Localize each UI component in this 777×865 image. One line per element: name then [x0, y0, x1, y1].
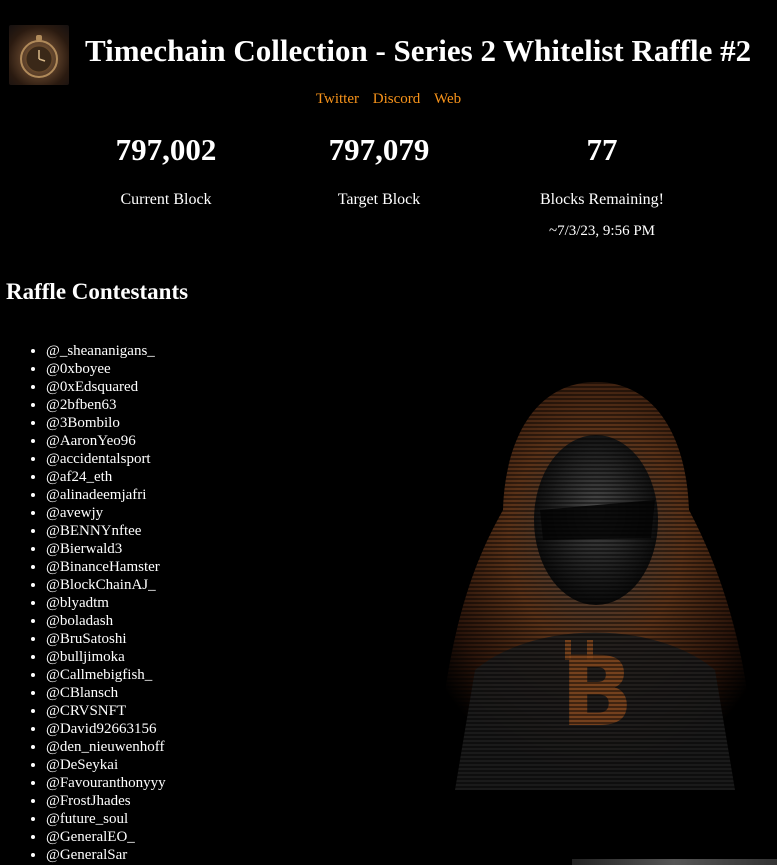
list-item: @0xboyee — [46, 360, 166, 378]
estimated-time: ~7/3/23, 9:56 PM — [548, 223, 656, 239]
target-block-stat: 797,079 Target Block — [269, 130, 489, 209]
list-item: @CRVSNFT — [46, 702, 166, 720]
list-item: @3Bombilo — [46, 414, 166, 432]
page-title: Timechain Collection - Series 2 Whitelis… — [85, 33, 752, 68]
list-item: @accidentalsport — [46, 450, 166, 468]
list-item: @BlockChainAJ_ — [46, 576, 166, 594]
list-item: @BruSatoshi — [46, 630, 166, 648]
list-item: @David92663156 — [46, 720, 166, 738]
bottom-edge-fragment — [572, 859, 777, 865]
list-item: @Bierwald3 — [46, 540, 166, 558]
list-item: @BinanceHamster — [46, 558, 166, 576]
blocks-remaining-stat: 77 Blocks Remaining! ~7/3/23, 9:56 PM — [492, 130, 712, 240]
target-block-value: 797,079 — [328, 132, 430, 167]
list-item: @FrostJhades — [46, 792, 166, 810]
pocket-watch-logo — [9, 25, 69, 85]
current-block-label: Current Block — [120, 191, 212, 208]
contestant-list: @_sheananigans_@0xboyee@0xEdsquared@2bfb… — [0, 342, 166, 864]
hooded-figure-bitcoin-art: B — [415, 370, 777, 790]
twitter-link[interactable]: Twitter — [316, 91, 359, 107]
target-block-label: Target Block — [337, 191, 421, 208]
list-item: @GeneralSar — [46, 846, 166, 864]
list-item: @0xEdsquared — [46, 378, 166, 396]
list-item: @avewjy — [46, 504, 166, 522]
list-item: @bulljimoka — [46, 648, 166, 666]
list-item: @af24_eth — [46, 468, 166, 486]
list-item: @blyadtm — [46, 594, 166, 612]
list-item: @GeneralEO_ — [46, 828, 166, 846]
list-item: @Callmebigfish_ — [46, 666, 166, 684]
current-block-value: 797,002 — [115, 132, 217, 167]
header: Timechain Collection - Series 2 Whitelis… — [0, 0, 777, 92]
contestants-heading: Raffle Contestants — [6, 279, 189, 304]
social-links: Twitter Discord Web — [0, 91, 777, 108]
blocks-remaining-label: Blocks Remaining! — [540, 191, 664, 208]
blocks-remaining-value: 77 — [586, 132, 618, 167]
web-link[interactable]: Web — [434, 91, 461, 107]
list-item: @alinadeemjafri — [46, 486, 166, 504]
list-item: @den_nieuwenhoff — [46, 738, 166, 756]
list-item: @boladash — [46, 612, 166, 630]
list-item: @AaronYeo96 — [46, 432, 166, 450]
list-item: @CBlansch — [46, 684, 166, 702]
list-item: @DeSeykai — [46, 756, 166, 774]
page: B Timechain Collection - Series 2 Whitel… — [0, 0, 777, 865]
discord-link[interactable]: Discord — [373, 91, 421, 107]
list-item: @Favouranthonyyy — [46, 774, 166, 792]
list-item: @2bfben63 — [46, 396, 166, 414]
list-item: @BENNYnftee — [46, 522, 166, 540]
current-block-stat: 797,002 Current Block — [56, 130, 276, 209]
list-item: @_sheananigans_ — [46, 342, 166, 360]
list-item: @future_soul — [46, 810, 166, 828]
